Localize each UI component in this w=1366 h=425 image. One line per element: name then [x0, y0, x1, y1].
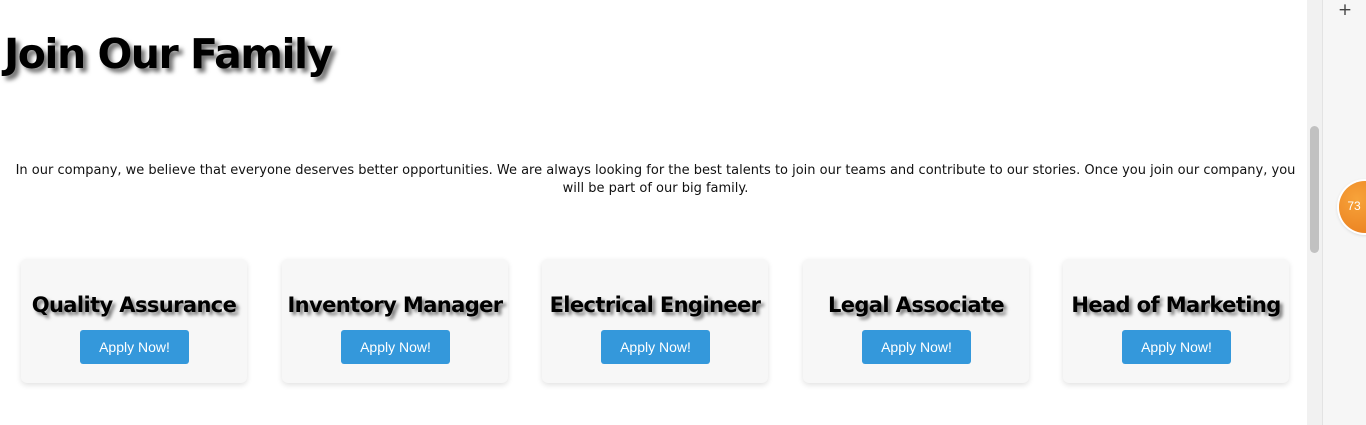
apply-button-legal-associate[interactable]: Apply Now!	[862, 330, 971, 364]
job-title: Head of Marketing	[1071, 293, 1281, 317]
job-card-electrical-engineer: Electrical Engineer Apply Now!	[542, 259, 768, 383]
job-title: Quality Assurance	[31, 293, 237, 317]
apply-button-quality-assurance[interactable]: Apply Now!	[80, 330, 189, 364]
apply-button-inventory-manager[interactable]: Apply Now!	[341, 330, 450, 364]
job-card-inventory-manager: Inventory Manager Apply Now!	[282, 259, 508, 383]
apply-button-electrical-engineer[interactable]: Apply Now!	[601, 330, 710, 364]
badge-count: 73	[1347, 199, 1361, 213]
intro-paragraph: In our company, we believe that everyone…	[15, 163, 1296, 196]
apply-button-head-of-marketing[interactable]: Apply Now!	[1122, 330, 1231, 364]
job-card-legal-associate: Legal Associate Apply Now!	[803, 259, 1029, 383]
vertical-scrollbar[interactable]	[1307, 0, 1322, 425]
job-card-quality-assurance: Quality Assurance Apply Now!	[21, 259, 247, 383]
page-title: Join Our Family	[4, 30, 333, 78]
page-content: Join Our Family In our company, we belie…	[0, 0, 1307, 425]
job-list: Quality Assurance Apply Now! Inventory M…	[21, 259, 1289, 383]
notification-badge[interactable]: 73	[1339, 181, 1366, 233]
job-title: Inventory Manager	[287, 293, 503, 317]
side-panel: + 73	[1322, 0, 1366, 425]
scrollbar-thumb[interactable]	[1310, 126, 1319, 253]
plus-icon[interactable]: +	[1337, 0, 1353, 20]
job-title: Electrical Engineer	[549, 293, 761, 317]
job-card-head-of-marketing: Head of Marketing Apply Now!	[1063, 259, 1289, 383]
job-title: Legal Associate	[827, 293, 1005, 317]
